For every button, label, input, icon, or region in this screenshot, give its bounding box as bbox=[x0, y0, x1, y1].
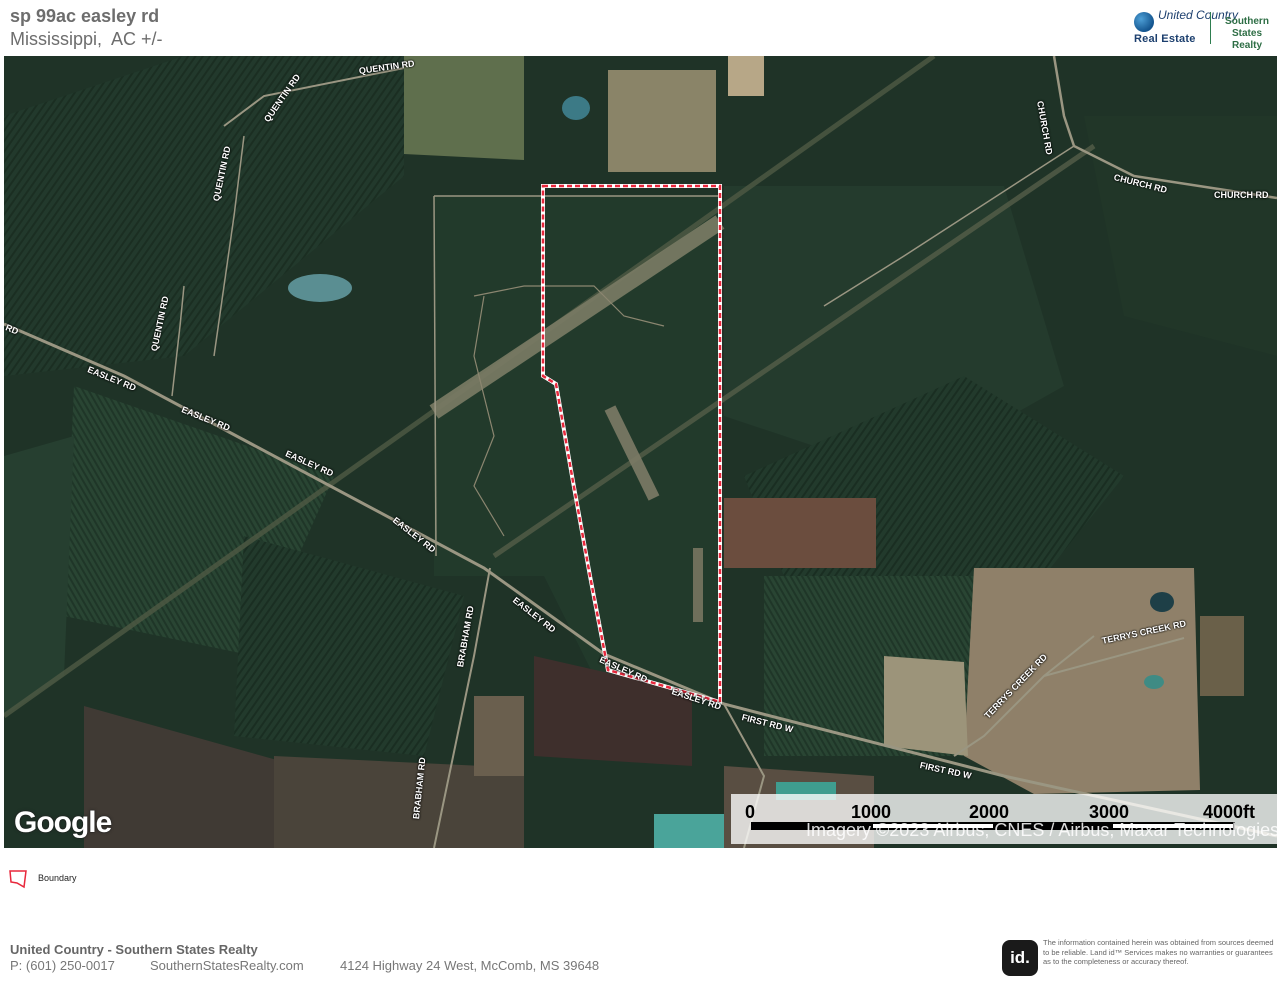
footer-website[interactable]: SouthernStatesRealty.com bbox=[150, 958, 304, 973]
page-title: sp 99ac easley rd bbox=[10, 6, 160, 26]
footer-address: 4124 Highway 24 West, McComb, MS 39648 bbox=[340, 958, 600, 973]
road-label: CHURCH RD bbox=[1214, 190, 1269, 200]
logo-divider bbox=[1210, 12, 1211, 44]
footer-company: United Country - Southern States Realty bbox=[10, 942, 258, 957]
map-imagery bbox=[4, 56, 1277, 848]
logo-brand-bottom: Real Estate bbox=[1134, 33, 1196, 45]
logo-partner: Southern States Realty bbox=[1225, 16, 1269, 51]
google-logo: Google bbox=[14, 806, 112, 839]
map-attribution: Imagery ©2023 Airbus, CNES / Airbus, Max… bbox=[806, 820, 1277, 840]
boundary-legend-icon bbox=[9, 870, 27, 889]
globe-icon bbox=[1134, 12, 1154, 32]
scale-label: 0 bbox=[745, 802, 756, 822]
land-id-logo: id. bbox=[1002, 940, 1038, 976]
footer-phone[interactable]: P: (601) 250-0017 bbox=[10, 958, 115, 973]
page-subtitle: Mississippi, AC +/- bbox=[10, 29, 163, 49]
satellite-map[interactable]: QUENTIN RD QUENTIN RD QUENTIN RD QUENTIN… bbox=[4, 56, 1277, 848]
page-header: sp 99ac easley rd Mississippi, AC +/- Un… bbox=[0, 0, 1280, 56]
footer-disclaimer: The information contained herein was obt… bbox=[1043, 938, 1274, 966]
brand-logo: United Country Real Estate Southern Stat… bbox=[1132, 9, 1278, 51]
legend-label: Boundary bbox=[38, 873, 77, 883]
